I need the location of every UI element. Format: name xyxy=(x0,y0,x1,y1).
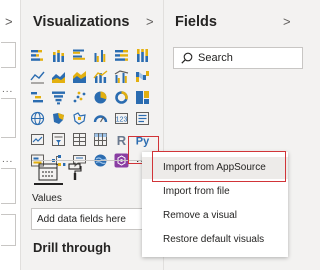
menu-item-remove-a-visual[interactable]: Remove a visual xyxy=(142,205,288,227)
clustered-column-chart-icon[interactable] xyxy=(91,46,110,65)
left-pane-input[interactable] xyxy=(1,42,16,68)
stacked-area-chart-icon[interactable] xyxy=(70,67,89,86)
area-chart-icon[interactable] xyxy=(49,67,68,86)
pie-chart-icon[interactable] xyxy=(91,88,110,107)
line-chart-icon[interactable] xyxy=(28,67,47,86)
active-tab-indicator xyxy=(34,183,63,185)
search-icon xyxy=(181,52,193,64)
fields-title: Fields xyxy=(175,14,217,30)
shape-map-icon[interactable] xyxy=(70,109,89,128)
map-icon[interactable] xyxy=(28,109,47,128)
ribbon-chart-icon[interactable] xyxy=(133,67,152,86)
drill-through-title: Drill through xyxy=(33,240,111,255)
stacked-column-chart-icon[interactable] xyxy=(49,46,68,65)
visualizations-title: Visualizations xyxy=(33,14,130,30)
treemap-icon[interactable] xyxy=(133,88,152,107)
fields-search-input[interactable]: Search xyxy=(173,47,303,69)
more-icon[interactable]: ... xyxy=(2,154,13,165)
funnel-chart-icon[interactable] xyxy=(49,88,68,107)
card-icon[interactable]: 123 xyxy=(112,109,131,128)
kpi-icon[interactable] xyxy=(28,130,47,149)
fields-tab-icon[interactable] xyxy=(38,163,58,181)
format-paint-roller-icon[interactable] xyxy=(68,163,82,181)
clustered-bar-chart-icon[interactable] xyxy=(70,46,89,65)
more-icon[interactable]: ... xyxy=(2,84,13,95)
collapse-visualizations-chevron-icon[interactable]: > xyxy=(146,14,154,29)
search-placeholder: Search xyxy=(198,52,233,64)
table-icon[interactable] xyxy=(70,130,89,149)
left-collapsed-pane: > ... ... xyxy=(0,0,21,270)
100-stacked-column-chart-icon[interactable] xyxy=(133,46,152,65)
matrix-icon[interactable] xyxy=(91,130,110,149)
appsource-highlight xyxy=(152,151,286,182)
left-pane-card xyxy=(1,98,16,138)
collapse-fields-chevron-icon[interactable]: > xyxy=(283,14,291,29)
line-clustered-column-chart-icon[interactable] xyxy=(112,67,131,86)
expand-chevron-icon[interactable]: > xyxy=(5,14,13,29)
stacked-bar-chart-icon[interactable] xyxy=(28,46,47,65)
svg-text:123: 123 xyxy=(116,117,128,124)
svg-text:R: R xyxy=(117,133,127,147)
menu-item-import-from-file[interactable]: Import from file xyxy=(142,181,288,203)
line-column-chart-icon[interactable] xyxy=(91,67,110,86)
donut-chart-icon[interactable] xyxy=(112,88,131,107)
scatter-chart-icon[interactable] xyxy=(70,88,89,107)
slicer-icon[interactable] xyxy=(49,130,68,149)
menu-item-restore-default-visuals[interactable]: Restore default visuals xyxy=(142,229,288,251)
left-pane-card xyxy=(1,214,16,246)
100-stacked-bar-chart-icon[interactable] xyxy=(112,46,131,65)
left-pane-card xyxy=(1,168,16,204)
filled-map-icon[interactable] xyxy=(49,109,68,128)
waterfall-chart-icon[interactable] xyxy=(28,88,47,107)
gauge-icon[interactable] xyxy=(91,109,110,128)
values-label: Values xyxy=(32,193,62,204)
multi-row-card-icon[interactable] xyxy=(133,109,152,128)
